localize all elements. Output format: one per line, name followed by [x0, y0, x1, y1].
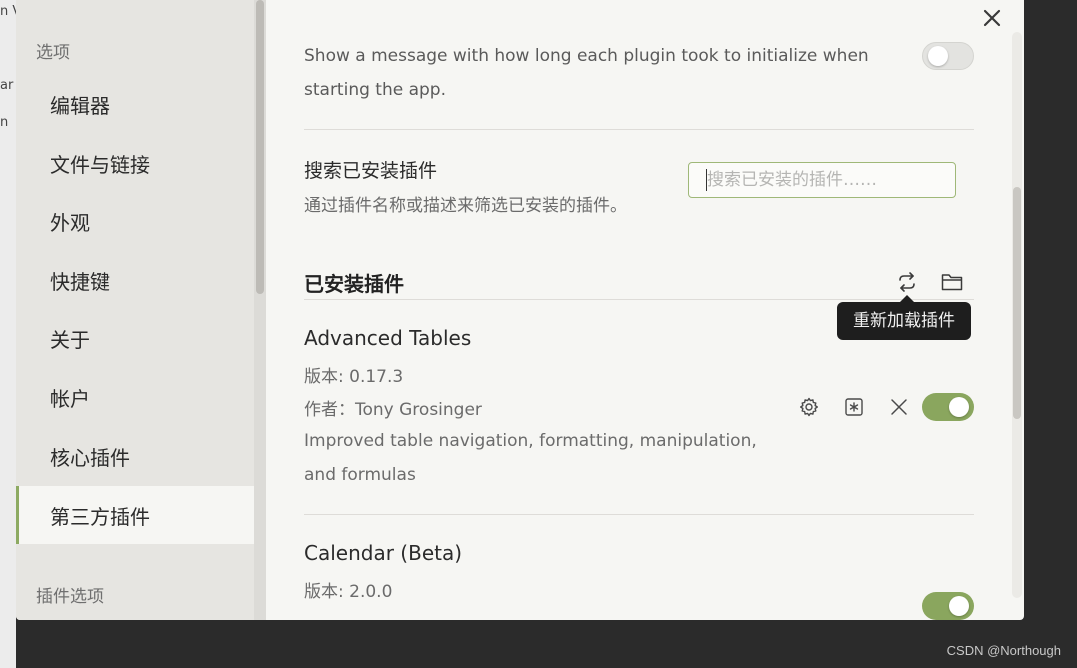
toggle-knob — [928, 46, 948, 66]
tooltip-arrow — [900, 295, 914, 302]
installed-plugins-heading: 已安装插件 — [304, 272, 404, 296]
plugin-name: Advanced Tables — [304, 326, 472, 350]
sidebar-item-about[interactable]: 关于 — [16, 309, 254, 367]
sidebar-item-label: 文件与链接 — [50, 152, 150, 177]
sidebar-item-files-links[interactable]: 文件与链接 — [16, 134, 254, 192]
content-scrollbar[interactable] — [1012, 32, 1022, 598]
sidebar-item-label: 快捷键 — [50, 269, 110, 294]
plugin-version: 版本: 2.0.0 — [304, 582, 393, 602]
content-scrollbar-thumb[interactable] — [1013, 187, 1021, 419]
settings-sidebar: 选项 编辑器 文件与链接 外观 快捷键 关于 帐户 核心插件 第三方插件 插件选… — [16, 0, 254, 620]
sidebar-item-account[interactable]: 帐户 — [16, 368, 254, 426]
sidebar-scrollbar[interactable] — [254, 0, 266, 620]
startup-time-toggle[interactable] — [922, 42, 974, 70]
search-setting-subtitle: 通过插件名称或描述来筛选已安装的插件。 — [304, 196, 627, 216]
sidebar-item-label: 关于 — [50, 327, 90, 352]
settings-modal: 选项 编辑器 文件与链接 外观 快捷键 关于 帐户 核心插件 第三方插件 插件选… — [16, 0, 1024, 620]
close-button[interactable] — [976, 2, 1008, 34]
plugin-name: Calendar (Beta) — [304, 541, 463, 565]
sidebar-item-label: 编辑器 — [50, 93, 110, 118]
toggle-knob — [949, 397, 969, 417]
startup-time-description: Show a message with how long each plugin… — [304, 46, 869, 100]
plugin-author: 作者：Tony Grosinger — [304, 400, 482, 420]
sidebar-item-editor[interactable]: 编辑器 — [16, 75, 254, 133]
plugin-description: Improved table navigation, formatting, m… — [304, 431, 757, 485]
hotkey-icon — [845, 398, 863, 416]
sidebar-item-label: 帐户 — [50, 386, 90, 411]
search-setting-title: 搜索已安装插件 — [304, 160, 438, 182]
plugin-settings-button[interactable] — [795, 393, 823, 421]
text-caret — [706, 169, 707, 191]
reload-plugins-button[interactable] — [893, 268, 921, 296]
divider — [304, 299, 974, 300]
plugin-enable-toggle[interactable] — [922, 592, 974, 620]
sidebar-item-label: 外观 — [50, 210, 90, 235]
plugin-hotkeys-button[interactable] — [840, 393, 868, 421]
sidebar-item-appearance[interactable]: 外观 — [16, 192, 254, 250]
sidebar-item-hotkeys[interactable]: 快捷键 — [16, 251, 254, 309]
toggle-knob — [949, 596, 969, 616]
reload-icon — [899, 272, 915, 292]
folder-icon — [941, 274, 963, 291]
options-group-label: 选项 — [36, 43, 70, 63]
plugin-options-group-label: 插件选项 — [36, 587, 104, 607]
background-text-fragment: ar — [0, 78, 14, 93]
search-plugins-input[interactable] — [688, 162, 956, 198]
close-icon — [983, 9, 1001, 27]
sidebar-item-label: 第三方插件 — [50, 504, 150, 529]
gear-icon — [800, 397, 818, 417]
close-icon — [891, 399, 907, 415]
divider — [304, 129, 974, 130]
plugin-uninstall-button[interactable] — [885, 393, 913, 421]
sidebar-item-community-plugins[interactable]: 第三方插件 — [16, 486, 254, 544]
plugin-enable-toggle[interactable] — [922, 393, 974, 421]
background-app — [0, 0, 16, 668]
watermark: CSDN @Northough — [946, 643, 1061, 658]
sidebar-item-core-plugins[interactable]: 核心插件 — [16, 427, 254, 485]
sidebar-item-label: 核心插件 — [50, 445, 130, 470]
background-text-fragment: n — [0, 115, 9, 130]
plugin-version: 版本: 0.17.3 — [304, 367, 404, 387]
tooltip-text: 重新加载插件 — [853, 311, 955, 331]
settings-content: Show a message with how long each plugin… — [266, 0, 1024, 620]
sidebar-scrollbar-thumb[interactable] — [256, 0, 264, 294]
divider — [304, 514, 974, 515]
open-plugins-folder-button[interactable] — [938, 268, 966, 296]
reload-tooltip: 重新加载插件 — [837, 295, 971, 340]
